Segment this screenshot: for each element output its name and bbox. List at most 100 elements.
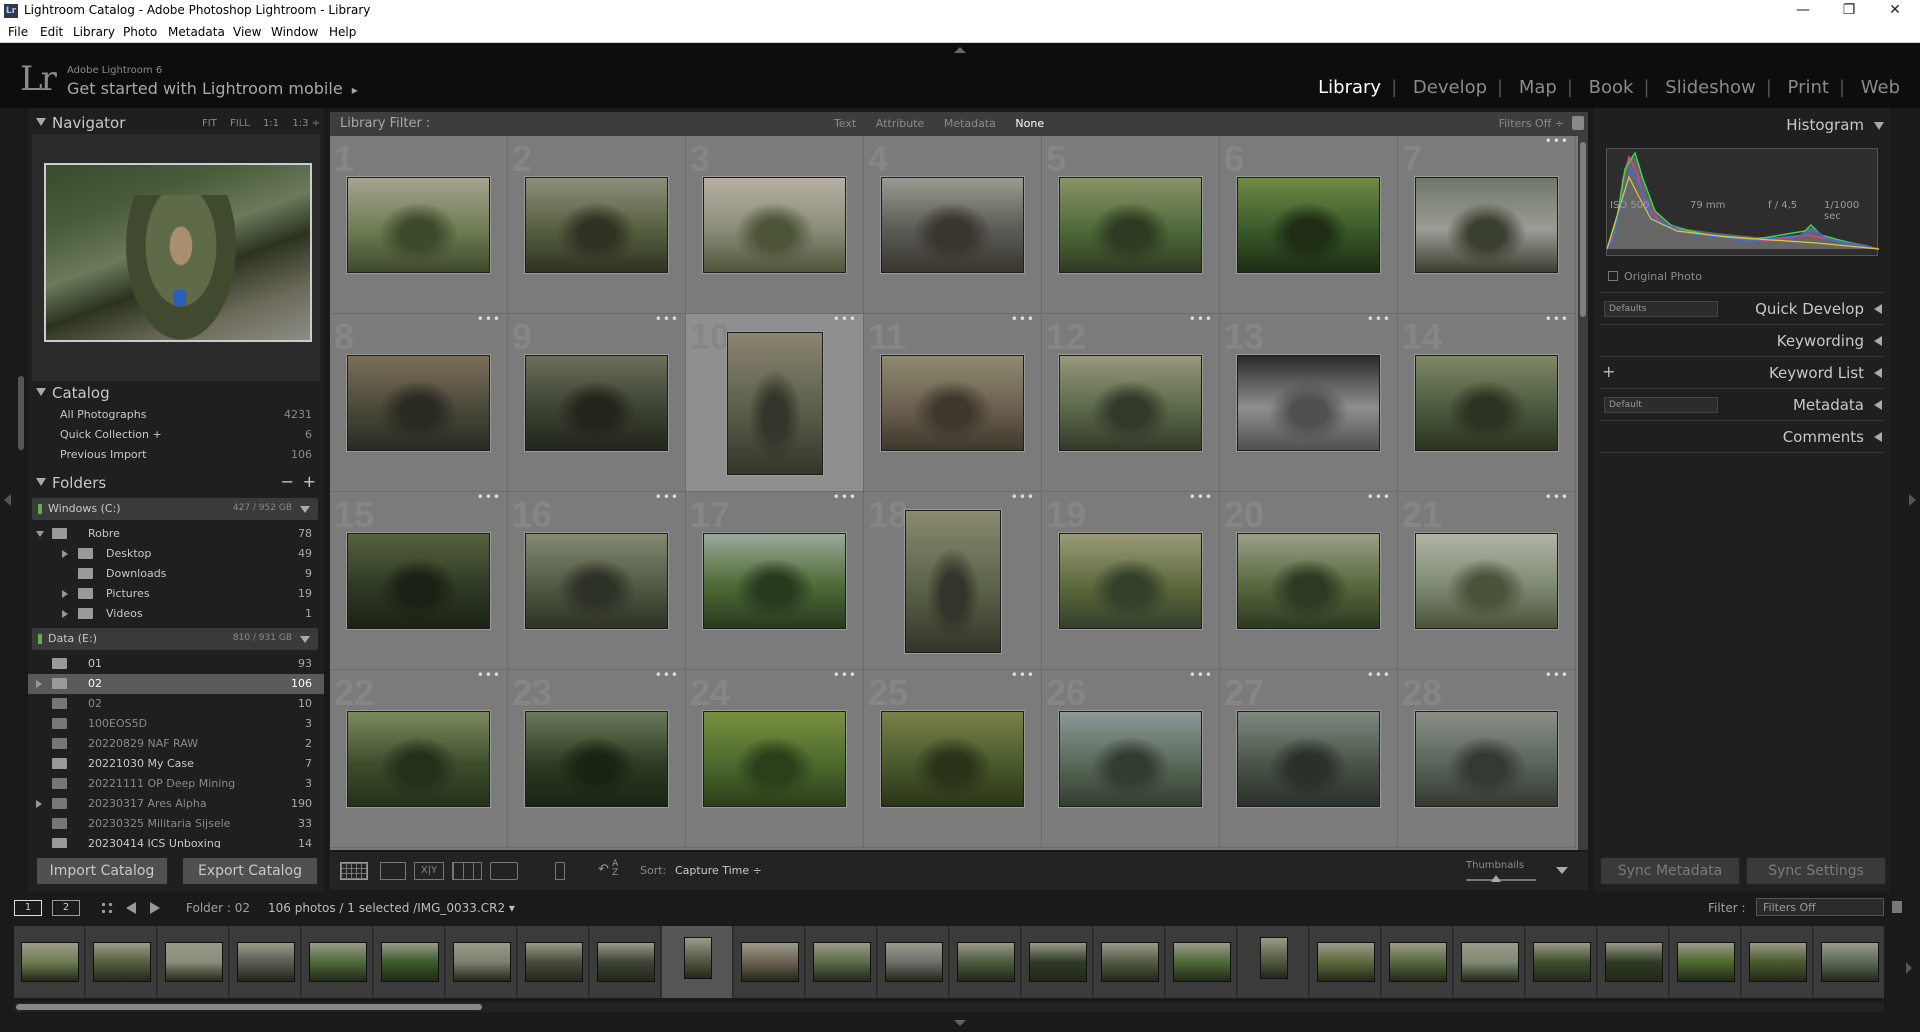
thumbnail-grid[interactable]: 1 2 3 4 5 6 7 ••• 8 ••• 9 ••• 10 ••• 11 ••• 12 ••• 13 ••• 14… <box>330 136 1578 850</box>
cell-options-icon[interactable]: ••• <box>1189 668 1213 682</box>
filmstrip-thumbnail[interactable] <box>1173 942 1231 982</box>
folder-01[interactable]: 01 93 <box>28 654 324 674</box>
grid-cell[interactable]: 11 ••• <box>864 312 1042 492</box>
filmstrip-thumbnail[interactable] <box>1260 937 1288 979</box>
cell-options-icon[interactable]: ••• <box>1367 668 1391 682</box>
cell-options-icon[interactable]: ••• <box>1070 926 1088 931</box>
filmstrip-cell[interactable]: ••• <box>446 926 517 998</box>
photo-thumbnail[interactable] <box>1415 533 1558 629</box>
folder-desktop[interactable]: Desktop 49 <box>28 544 324 564</box>
cell-options-icon[interactable]: ••• <box>655 312 679 326</box>
grid-cell[interactable]: 8 ••• <box>330 312 508 492</box>
expand-triangle-icon[interactable] <box>36 531 44 537</box>
grid-view-shortcut-icon[interactable] <box>100 901 114 915</box>
filmstrip-thumbnail[interactable] <box>237 942 295 982</box>
filmstrip-thumbnail[interactable] <box>165 942 223 982</box>
folder-pictures[interactable]: Pictures 19 <box>28 584 324 604</box>
filmstrip-thumbnail[interactable] <box>1389 942 1447 982</box>
folder-robre[interactable]: Robre 78 <box>28 524 324 544</box>
folders-header[interactable]: Folders − + <box>28 470 324 496</box>
grid-scrollbar[interactable] <box>1578 136 1588 850</box>
folder-20221111-op-deep-mining[interactable]: 20221111 OP Deep Mining 3 <box>28 774 324 794</box>
filmstrip-thumbnail[interactable] <box>309 942 367 982</box>
catalog-item-previous-import[interactable]: Previous Import 106 <box>28 445 324 465</box>
left-panel-scrollbar[interactable] <box>18 376 24 450</box>
filmstrip-thumbnail[interactable] <box>1101 942 1159 982</box>
cell-options-icon[interactable]: ••• <box>1718 926 1736 931</box>
filmstrip-cell[interactable]: ••• <box>1742 926 1813 998</box>
filmstrip-thumbnail[interactable] <box>1029 942 1087 982</box>
filmstrip-thumbnail[interactable] <box>525 942 583 982</box>
cell-options-icon[interactable]: ••• <box>477 668 501 682</box>
filmstrip-thumbnail[interactable] <box>21 942 79 982</box>
compare-view-icon[interactable]: X|Y <box>414 862 444 880</box>
menu-help[interactable]: Help <box>329 25 356 39</box>
filmstrip-cell[interactable] <box>302 926 373 998</box>
filmstrip-thumbnail[interactable] <box>813 942 871 982</box>
grid-cell[interactable]: 20 ••• <box>1220 490 1398 670</box>
grid-cell[interactable]: 26 ••• <box>1042 668 1220 848</box>
photo-thumbnail[interactable] <box>1237 711 1380 807</box>
filter-lock-icon[interactable] <box>1572 116 1584 130</box>
filter-text[interactable]: Text <box>834 117 856 130</box>
sort-az-icon[interactable]: AZ <box>612 860 618 878</box>
filmstrip-cell[interactable]: ••• <box>1526 926 1597 998</box>
grid-cell[interactable]: 13 ••• <box>1220 312 1398 492</box>
module-book[interactable]: Book <box>1579 77 1644 98</box>
grid-cell[interactable]: 25 ••• <box>864 668 1042 848</box>
grid-cell[interactable]: 27 ••• <box>1220 668 1398 848</box>
sort-direction-icon[interactable]: ↶ <box>598 862 609 877</box>
expand-triangle-icon[interactable] <box>36 680 42 688</box>
cell-options-icon[interactable]: ••• <box>1142 926 1160 931</box>
sync-metadata-button[interactable]: Sync Metadata <box>1600 857 1740 885</box>
catalog-item-all-photographs[interactable]: All Photographs 4231 <box>28 405 324 425</box>
cell-options-icon[interactable]: ••• <box>782 926 800 931</box>
cell-options-icon[interactable]: ••• <box>1862 926 1880 931</box>
menu-view[interactable]: View <box>233 25 261 39</box>
cell-options-icon[interactable]: ••• <box>1286 926 1304 931</box>
filmstrip-thumbnail[interactable] <box>1605 942 1663 982</box>
cell-options-icon[interactable]: ••• <box>1358 926 1376 931</box>
folder-20221030-my-case[interactable]: 20221030 My Case 7 <box>28 754 324 774</box>
folder-20220829-naf-raw[interactable]: 20220829 NAF RAW 2 <box>28 734 324 754</box>
filmstrip-thumbnail[interactable] <box>1749 942 1807 982</box>
cell-options-icon[interactable]: ••• <box>655 490 679 504</box>
grid-cell[interactable]: 6 <box>1220 136 1398 314</box>
cell-options-icon[interactable]: ••• <box>1790 926 1808 931</box>
forward-arrow-icon[interactable] <box>150 902 160 914</box>
quick-develop-header[interactable]: Defaults Quick Develop <box>1594 296 1890 322</box>
folder-100eos5d[interactable]: 100EOS5D 3 <box>28 714 324 734</box>
filmstrip-cell[interactable] <box>374 926 445 998</box>
expand-triangle-icon[interactable] <box>62 590 68 598</box>
thumbnail-size-knob[interactable] <box>1491 875 1501 882</box>
filmstrip-cell[interactable] <box>158 926 229 998</box>
filmstrip-cell[interactable]: ••• <box>878 926 949 998</box>
filmstrip-cell[interactable]: ••• <box>1310 926 1381 998</box>
cell-options-icon[interactable]: ••• <box>494 926 512 931</box>
filmstrip[interactable]: ••• ••• ••• ••• ••• ••• ••• ••• ••• ••• ••• ••• ••• •… <box>14 926 1884 998</box>
grid-cell[interactable]: 22 ••• <box>330 668 508 848</box>
volume-dropdown-icon[interactable] <box>300 506 310 513</box>
filmstrip-cell[interactable]: ••• <box>734 926 805 998</box>
grid-view-icon[interactable] <box>340 862 368 880</box>
filmstrip-cell[interactable]: ••• <box>662 926 733 998</box>
photo-thumbnail[interactable] <box>727 332 823 475</box>
expand-triangle-icon[interactable] <box>36 800 42 808</box>
photo-thumbnail[interactable] <box>347 177 490 273</box>
secondary-window-button[interactable]: 2 <box>52 900 80 916</box>
filmstrip-cell[interactable]: ••• <box>518 926 589 998</box>
filmstrip-thumbnail[interactable] <box>381 942 439 982</box>
menu-file[interactable]: File <box>8 25 28 39</box>
menu-edit[interactable]: Edit <box>40 25 63 39</box>
original-photo-checkbox[interactable]: Original Photo <box>1608 270 1702 283</box>
zoom-1-3[interactable]: 1:3 ÷ <box>292 118 320 129</box>
folder-20230414-ics-unboxing[interactable]: 20230414 ICS Unboxing 14 <box>28 834 324 848</box>
filter-metadata[interactable]: Metadata <box>944 117 996 130</box>
photo-thumbnail[interactable] <box>1415 711 1558 807</box>
grid-cell[interactable]: 1 <box>330 136 508 314</box>
volume-dropdown-icon[interactable] <box>300 636 310 643</box>
photo-thumbnail[interactable] <box>1059 711 1202 807</box>
module-library[interactable]: Library <box>1308 77 1391 98</box>
remove-folder-icon[interactable]: − <box>281 472 294 491</box>
filmstrip-thumbnail[interactable] <box>453 942 511 982</box>
